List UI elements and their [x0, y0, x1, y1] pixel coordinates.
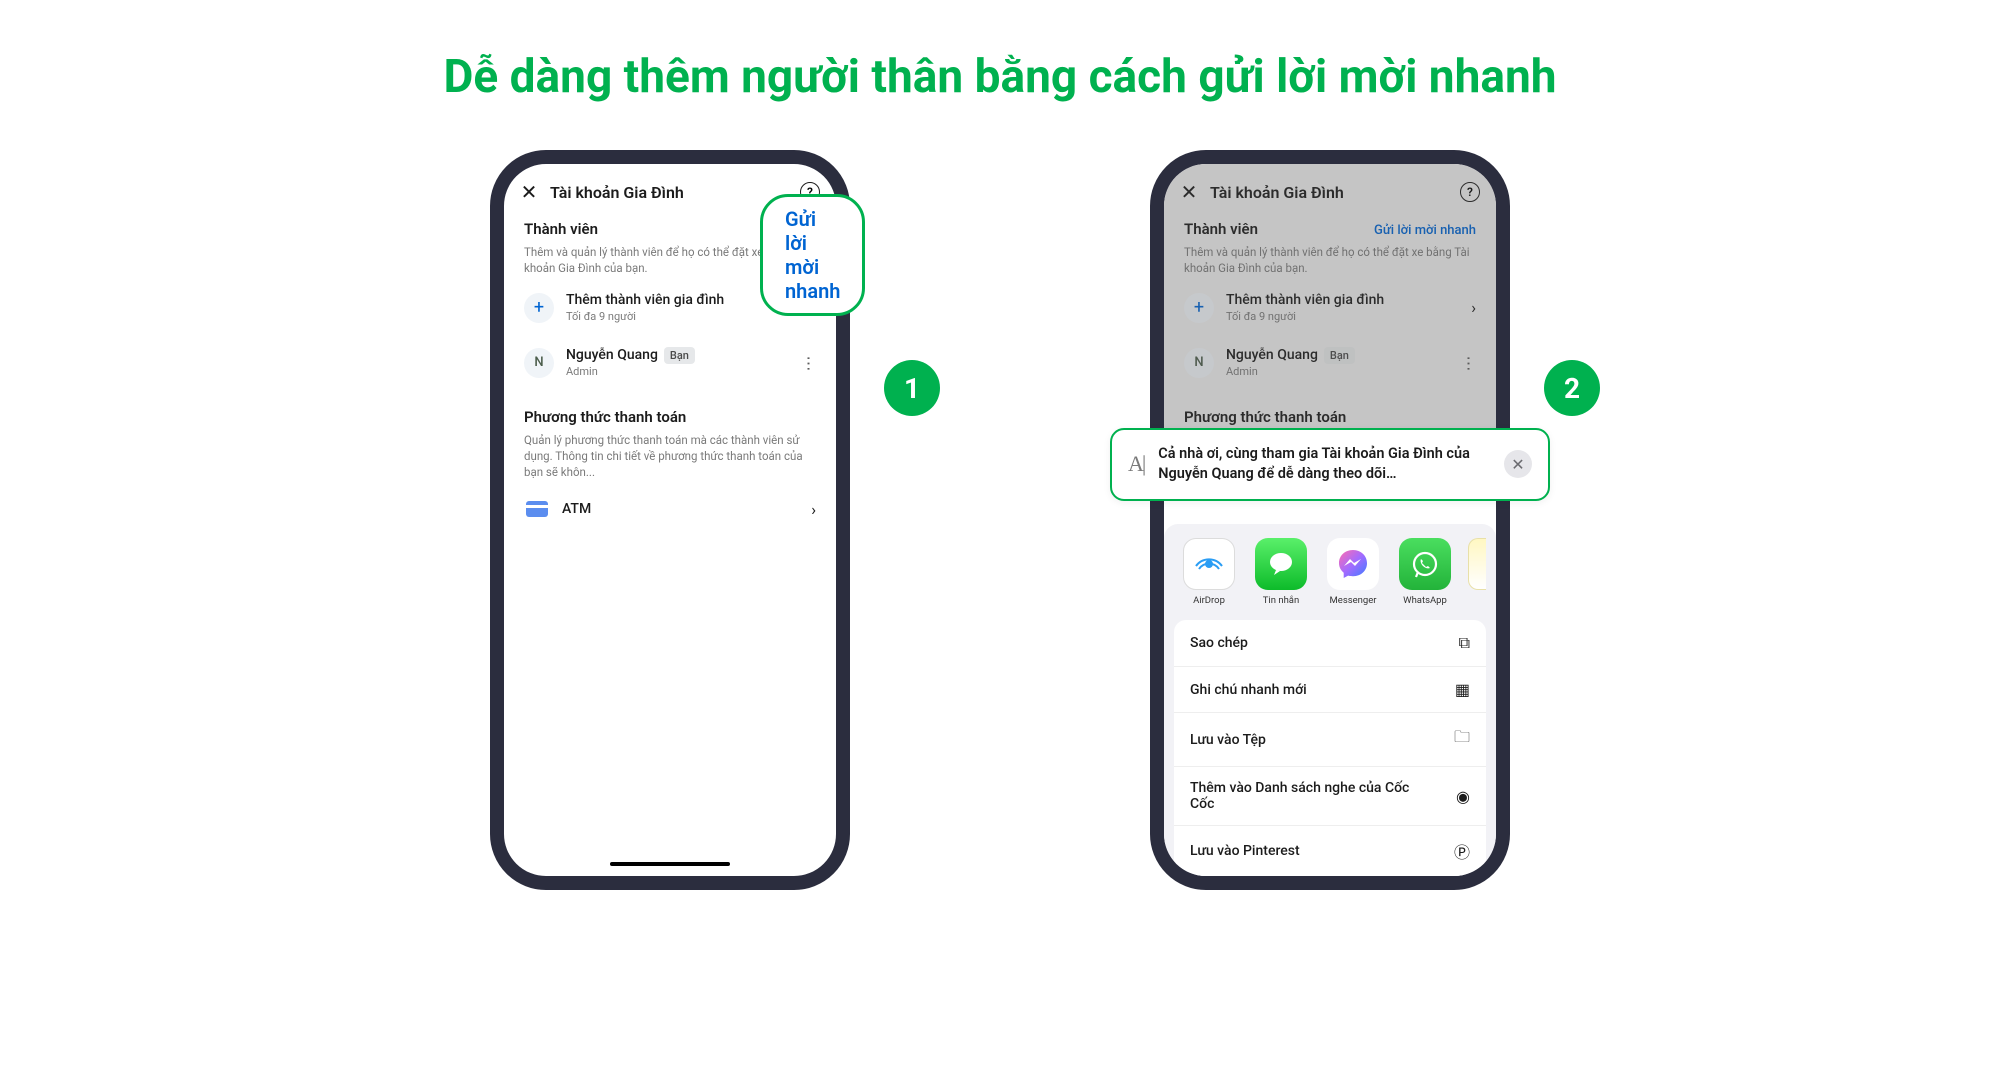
section-title: Thành viên [1184, 220, 1258, 238]
share-apps-row: AirDrop Tin nhắn Messenger [1164, 524, 1496, 616]
payment-method-row[interactable]: ATM › [504, 484, 836, 534]
share-app-messages[interactable]: Tin nhắn [1252, 538, 1310, 606]
app-label: WhatsApp [1403, 595, 1447, 606]
phone-frame: ✕ Tài khoản Gia Đình ? Thành viên Gửi lờ… [1150, 150, 1510, 890]
payment-section: Phương thức thanh toán Quản lý phương th… [504, 400, 836, 484]
share-sheet: AirDrop Tin nhắn Messenger [1164, 524, 1496, 876]
members-section: Thành viên Gửi lời mời nhanh Thêm và quả… [1164, 212, 1496, 280]
share-action-savefile[interactable]: Lưu vào Tệp 🗀 [1174, 713, 1486, 767]
share-app-airdrop[interactable]: AirDrop [1180, 538, 1238, 606]
step-badge-2: 2 [1544, 360, 1600, 416]
add-member-sub: Tối đa 9 người [1226, 310, 1459, 323]
share-text-card: A| Cả nhà ơi, cùng tham gia Tài khoản Gi… [1110, 428, 1550, 501]
chevron-right-icon: › [1471, 298, 1476, 317]
share-action-quicknote[interactable]: Ghi chú nhanh mới ▦ [1174, 667, 1486, 713]
text-cursor-icon: A| [1128, 451, 1144, 477]
share-app-whatsapp[interactable]: WhatsApp [1396, 538, 1454, 606]
share-action-copy[interactable]: Sao chép ⧉ [1174, 620, 1486, 667]
member-row[interactable]: N Nguyễn QuangBạn Admin ⋯ [1164, 335, 1496, 390]
app-label: Messenger [1329, 595, 1376, 606]
page-headline: Dễ dàng thêm người thân bằng cách gửi lờ… [0, 50, 2000, 104]
add-member-row[interactable]: + Thêm thành viên gia đình Tối đa 9 ngườ… [1164, 280, 1496, 335]
share-actions-list: Sao chép ⧉ Ghi chú nhanh mới ▦ Lưu vào T… [1174, 620, 1486, 876]
help-icon[interactable]: ? [1460, 182, 1480, 202]
screen: ✕ Tài khoản Gia Đình ? Thành viên Gửi lờ… [1164, 164, 1496, 876]
share-app-messenger[interactable]: Messenger [1324, 538, 1382, 606]
section-description: Quản lý phương thức thanh toán mà các th… [524, 432, 816, 480]
header-title: Tài khoản Gia Đình [1210, 183, 1448, 202]
member-role: Admin [1226, 365, 1450, 378]
note-icon: ▦ [1455, 680, 1470, 699]
avatar-initial: N [1184, 348, 1214, 378]
avatar-initial: N [524, 348, 554, 378]
add-member-title: Thêm thành viên gia đình [1226, 292, 1459, 308]
app-label: AirDrop [1193, 595, 1225, 606]
phones-row: ✕ Tài khoản Gia Đình ? Thành viên Thêm v… [0, 150, 2000, 890]
member-row[interactable]: N Nguyễn QuangBạn Admin ⋯ [504, 335, 836, 390]
you-badge: Bạn [664, 347, 695, 364]
plus-icon: + [1184, 293, 1214, 323]
app-label: Tin nhắn [1263, 595, 1299, 606]
share-app-notes-peek[interactable] [1468, 538, 1486, 590]
more-icon[interactable]: ⋯ [800, 356, 819, 370]
quick-invite-link[interactable]: Gửi lời mời nhanh [1374, 223, 1476, 238]
pinterest-icon: Ⓟ [1454, 839, 1470, 863]
member-name: Nguyễn QuangBạn [566, 347, 790, 363]
whatsapp-icon [1399, 538, 1451, 590]
messages-icon [1255, 538, 1307, 590]
plus-icon: + [524, 293, 554, 323]
section-title: Phương thức thanh toán [524, 408, 816, 426]
payment-method-label: ATM [562, 501, 799, 517]
coccoc-icon: ◉ [1456, 787, 1470, 806]
phone-step-1: ✕ Tài khoản Gia Đình ? Thành viên Thêm v… [490, 150, 850, 890]
share-message-text: Cả nhà ơi, cùng tham gia Tài khoản Gia Đ… [1158, 444, 1490, 485]
folder-icon: 🗀 [1454, 726, 1470, 753]
section-description: Thêm và quản lý thành viên để họ có thể … [1184, 244, 1476, 276]
member-name: Nguyễn QuangBạn [1226, 347, 1450, 363]
step-badge-1: 1 [884, 360, 940, 416]
home-indicator [610, 862, 730, 866]
section-title: Phương thức thanh toán [1184, 408, 1476, 426]
chevron-right-icon: › [811, 500, 816, 519]
share-action-pinterest[interactable]: Lưu vào Pinterest Ⓟ [1174, 826, 1486, 876]
messenger-icon [1327, 538, 1379, 590]
dimmed-background: ✕ Tài khoản Gia Đình ? Thành viên Gửi lờ… [1164, 164, 1496, 430]
add-member-sub: Tối đa 9 người [566, 310, 799, 323]
app-header: ✕ Tài khoản Gia Đình ? [1164, 164, 1496, 212]
quick-invite-callout: Gửi lời mời nhanh [760, 194, 865, 316]
airdrop-icon [1183, 538, 1235, 590]
phone-step-2: ✕ Tài khoản Gia Đình ? Thành viên Gửi lờ… [1150, 150, 1510, 890]
close-icon[interactable]: ✕ [1504, 450, 1532, 478]
you-badge: Bạn [1324, 347, 1355, 364]
share-action-coccoc[interactable]: Thêm vào Danh sách nghe của Cốc Cốc ◉ [1174, 767, 1486, 826]
more-icon[interactable]: ⋯ [1460, 356, 1479, 370]
header-title: Tài khoản Gia Đình [550, 183, 788, 202]
member-info: Nguyễn QuangBạn Admin [566, 347, 790, 378]
close-icon[interactable]: ✕ [520, 183, 538, 201]
member-role: Admin [566, 365, 790, 378]
copy-icon: ⧉ [1459, 633, 1470, 653]
close-icon[interactable]: ✕ [1180, 183, 1198, 201]
payment-section: Phương thức thanh toán [1164, 400, 1496, 430]
card-icon [524, 496, 550, 522]
